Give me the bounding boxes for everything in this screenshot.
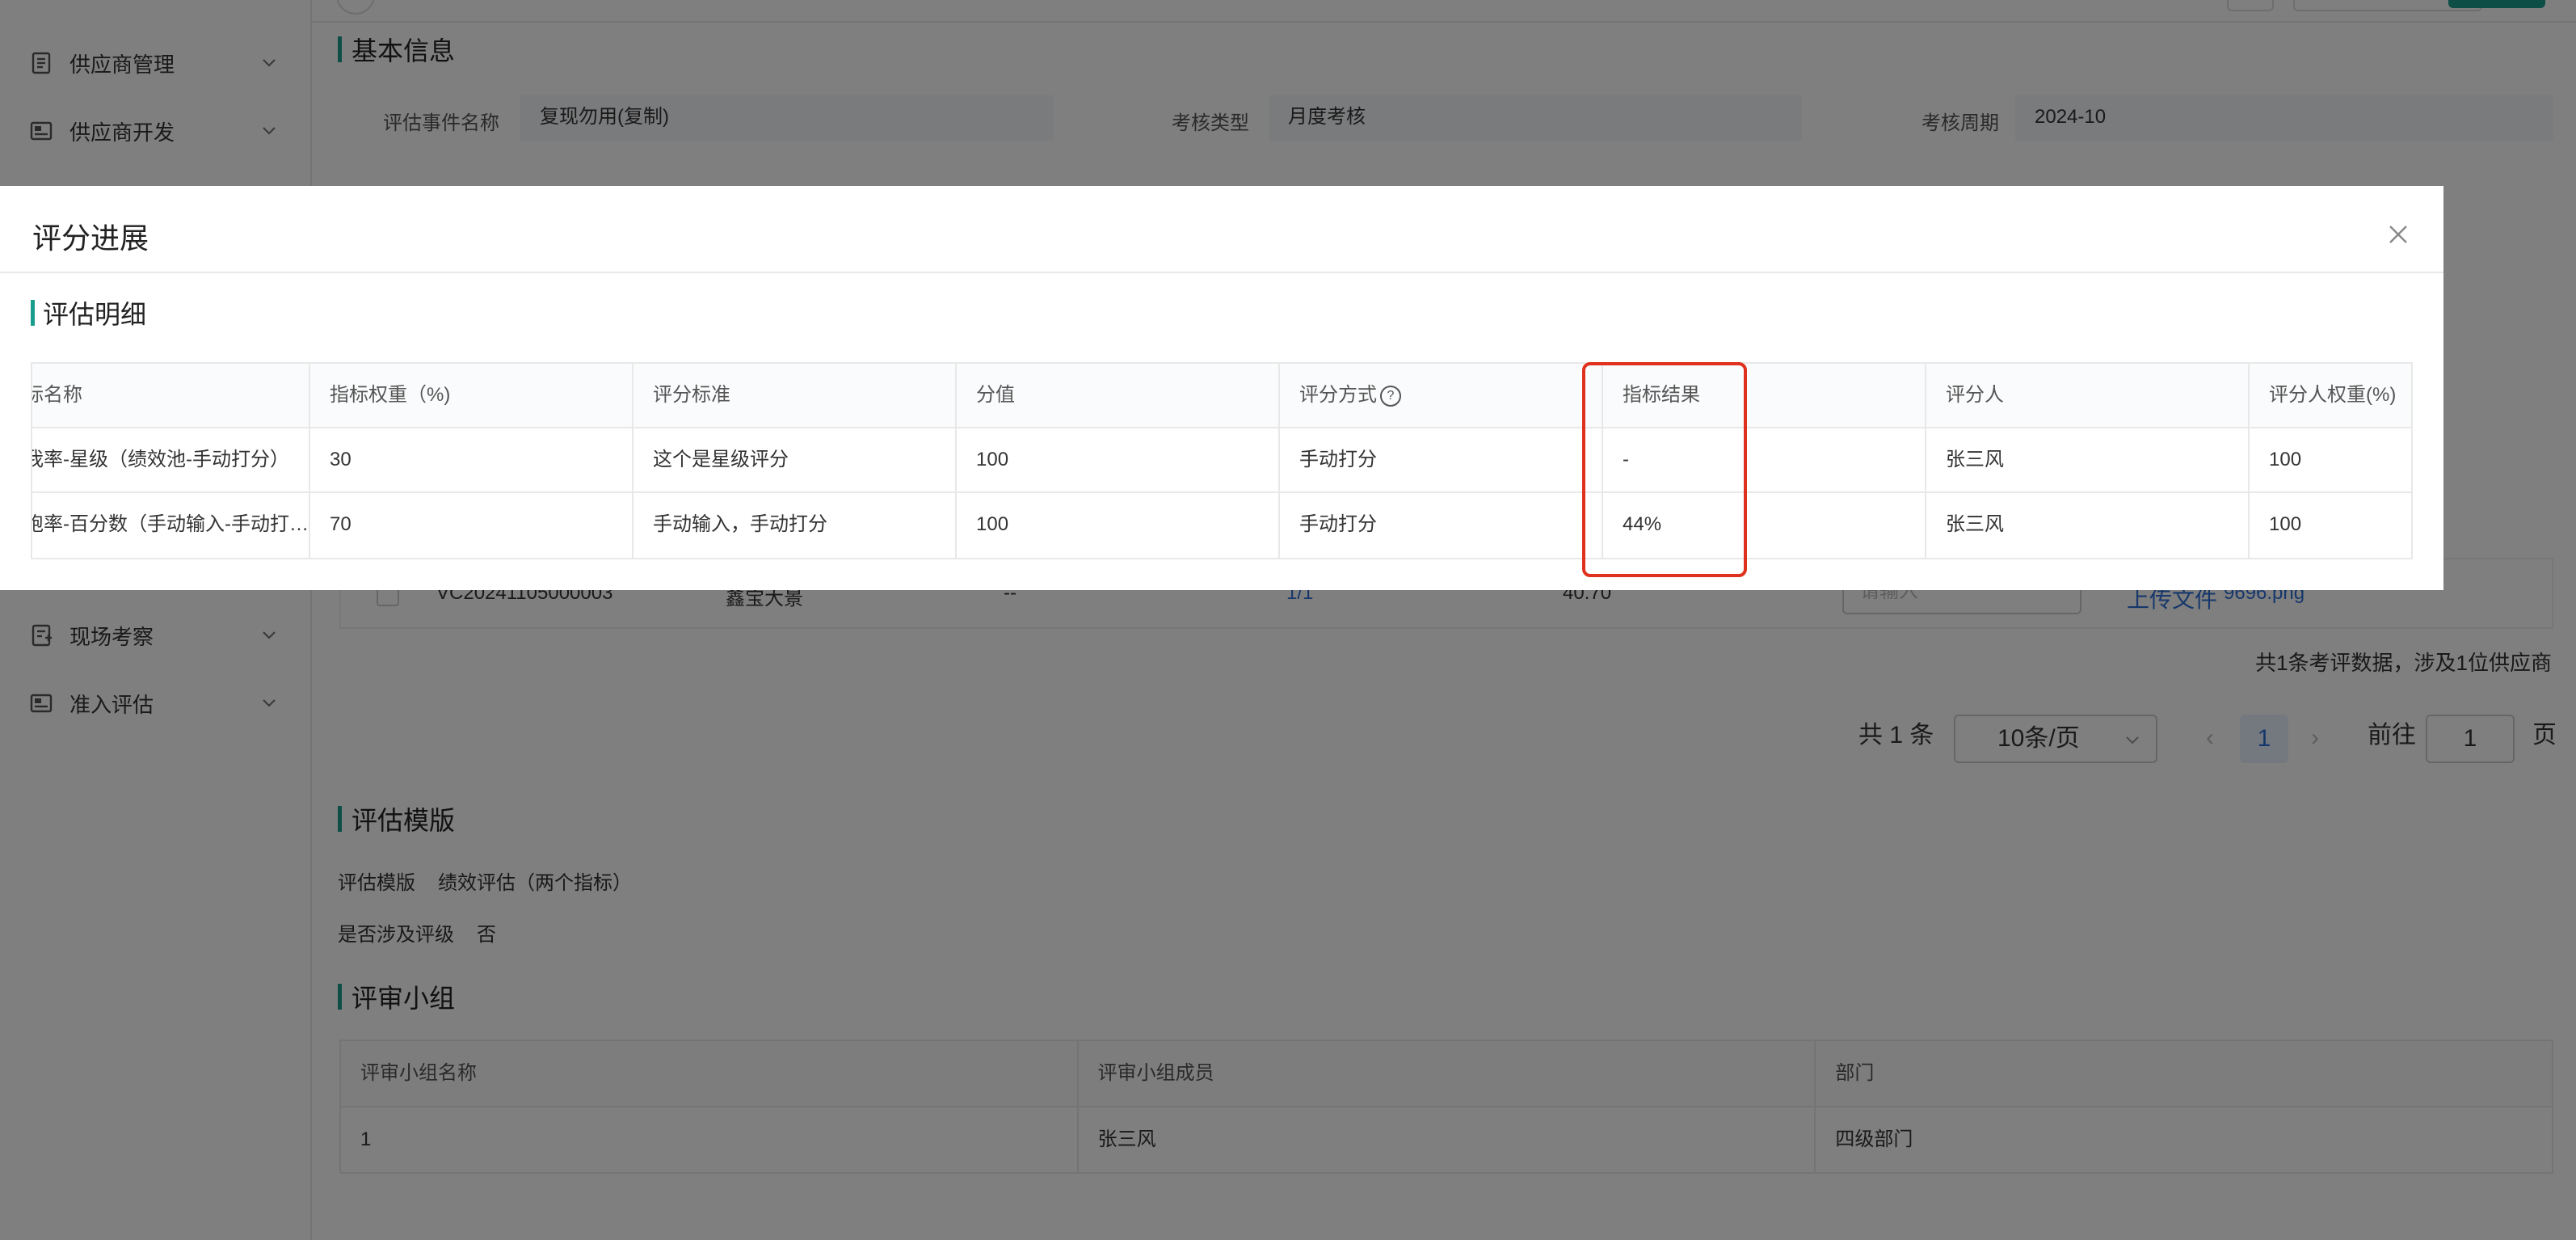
dialog-title: 评分进展 xyxy=(32,221,149,255)
indicator-name-cell: 我率-星级（绩效池-手动打分） xyxy=(32,428,310,491)
column-header-indicator-weight: 指标权重（%) xyxy=(310,364,633,427)
scoring-standard-cell: 这个是星级评分 xyxy=(633,428,957,491)
column-header-scoring-standard: 评分标准 xyxy=(633,364,957,427)
score-cell: 100 xyxy=(957,428,1280,491)
table-row: 我率-星级（绩效池-手动打分） 30 这个是星级评分 100 手动打分 - 张三… xyxy=(32,428,2411,493)
column-header-indicator-result: 指标结果 xyxy=(1603,364,1926,427)
evaluation-detail-title: 评估明细 xyxy=(31,294,146,331)
table-header-row: 标名称 指标权重（%) 评分标准 分值 评分方式? 指标结果 评分人 评分人权重… xyxy=(32,364,2411,428)
scorer-weight-cell: 100 xyxy=(2269,513,2302,535)
close-icon[interactable] xyxy=(2385,221,2411,247)
scoring-method-cell: 手动打分 xyxy=(1280,428,1603,491)
scorer-cell: 张三风 xyxy=(1926,493,2250,558)
evaluation-detail-table: 标名称 指标权重（%) 评分标准 分值 评分方式? 指标结果 评分人 评分人权重… xyxy=(31,362,2413,559)
scorer-weight-cell: 100 xyxy=(2269,449,2302,470)
section-accent-bar xyxy=(31,300,35,326)
column-header-indicator-name: 标名称 xyxy=(32,364,310,427)
indicator-weight-cell: 30 xyxy=(310,428,633,491)
column-header-scoring-method: 评分方式? xyxy=(1280,364,1603,427)
help-icon[interactable]: ? xyxy=(1380,385,1401,407)
column-header-scorer: 评分人 xyxy=(1926,364,2250,427)
scorer-cell: 张三风 xyxy=(1926,428,2250,491)
scoring-progress-dialog: 评分进展 评估明细 标名称 指标权重（%) 评分标准 分值 评分方式? 指标结果… xyxy=(0,186,2443,590)
indicator-result-cell: - xyxy=(1603,428,1926,491)
indicator-result-cell: 44% xyxy=(1603,493,1926,558)
indicator-name-cell: 跑率-百分数（手动输入-手动打分） xyxy=(32,493,310,558)
indicator-weight-cell: 70 xyxy=(310,493,633,558)
column-header-score: 分值 xyxy=(957,364,1280,427)
scoring-standard-cell: 手动输入，手动打分 xyxy=(633,493,957,558)
section-title-text: 评估明细 xyxy=(43,300,147,329)
dialog-header: 评分进展 xyxy=(0,186,2443,273)
column-header-label: 评分方式 xyxy=(1299,384,1377,406)
score-cell: 100 xyxy=(957,493,1280,558)
scoring-method-cell: 手动打分 xyxy=(1280,493,1603,558)
table-row: 跑率-百分数（手动输入-手动打分） 70 手动输入，手动打分 100 手动打分 … xyxy=(32,493,2411,558)
column-header-scorer-weight: 评分人权重(%) xyxy=(2269,384,2397,406)
